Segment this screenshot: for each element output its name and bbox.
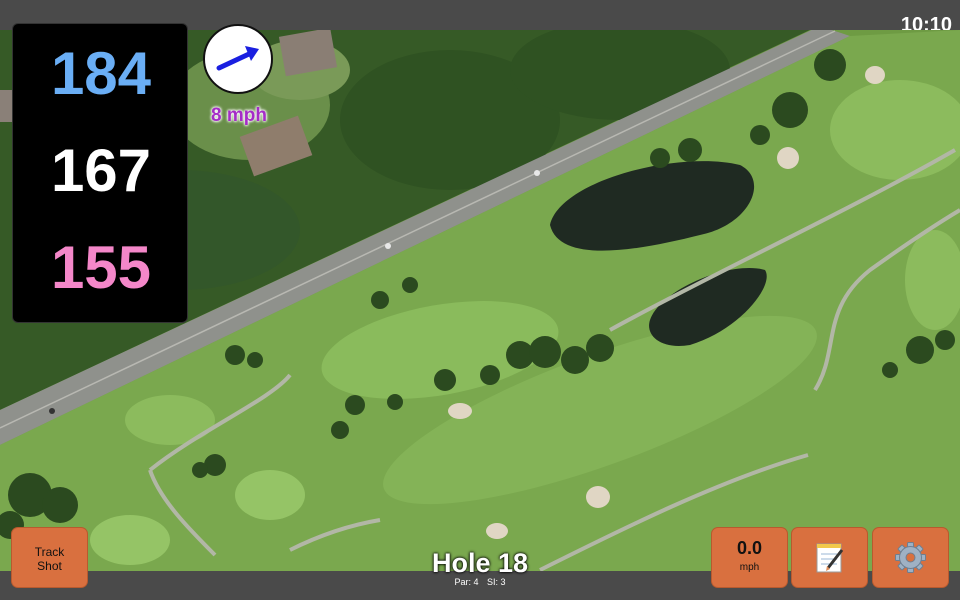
notes-button[interactable] bbox=[792, 528, 867, 587]
hole-title: Hole 18 bbox=[431, 548, 529, 578]
speed-value: 0.0 bbox=[736, 538, 763, 558]
notepad-icon bbox=[816, 543, 844, 573]
track-shot-button[interactable]: Track Shot bbox=[12, 528, 87, 587]
arrow-right-icon bbox=[216, 46, 259, 71]
gear-icon bbox=[895, 542, 926, 573]
hole-info: Par: 4 SI: 3 bbox=[380, 577, 580, 587]
hole-par: Par: 4 bbox=[454, 577, 479, 587]
front-distance: 155 bbox=[50, 234, 152, 301]
back-distance: 184 bbox=[50, 40, 152, 107]
track-shot-label-line1: Track bbox=[34, 545, 65, 559]
settings-button[interactable] bbox=[873, 528, 948, 587]
hole-stroke-index: SI: 3 bbox=[487, 577, 506, 587]
speed-button[interactable]: 0.0 mph bbox=[712, 528, 787, 587]
distance-panel: 184 167 155 bbox=[12, 23, 188, 323]
track-shot-label-line2: Shot bbox=[37, 559, 62, 573]
wind-direction-indicator bbox=[203, 24, 273, 94]
middle-distance: 167 bbox=[50, 137, 152, 204]
speed-unit: mph bbox=[739, 562, 760, 573]
wind-speed-label: 8 mph bbox=[211, 105, 267, 126]
